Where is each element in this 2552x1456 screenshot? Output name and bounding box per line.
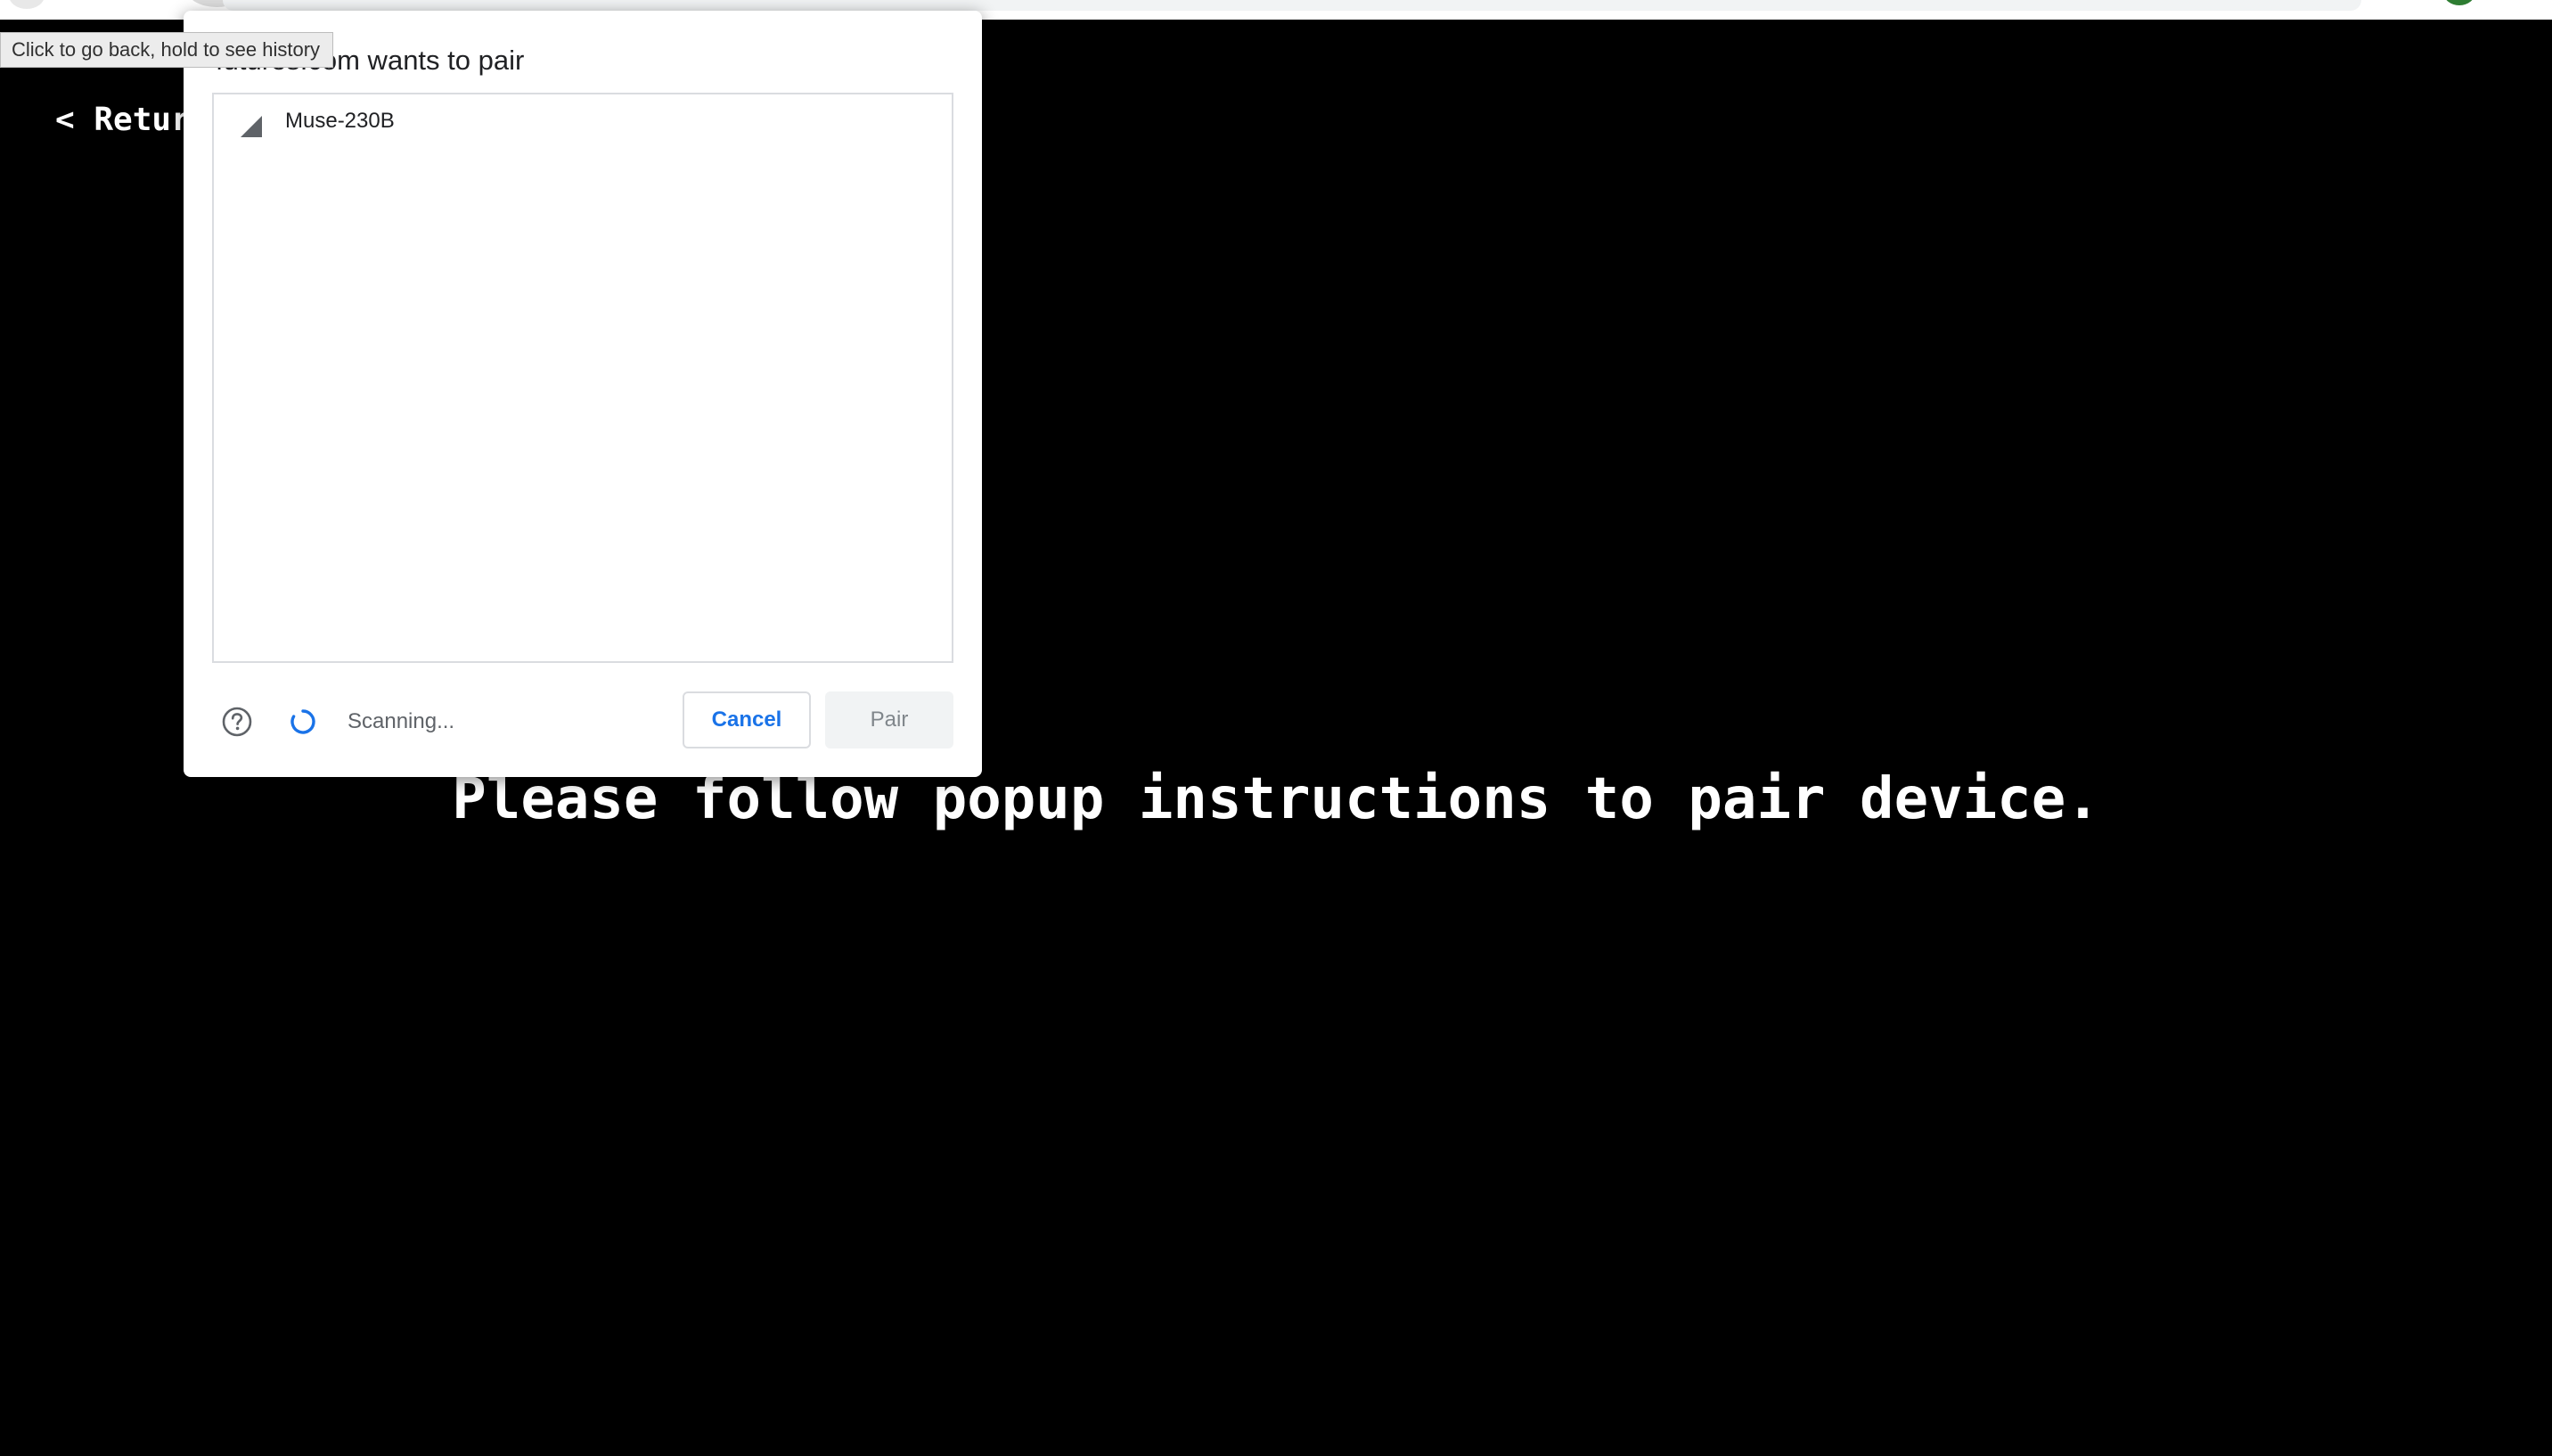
pair-button[interactable]: Pair (825, 691, 953, 748)
scanning-status: Scanning... (348, 709, 455, 733)
cancel-button[interactable]: Cancel (683, 691, 811, 748)
device-list-item[interactable]: Muse-230B (214, 94, 952, 148)
window-control[interactable] (9, 0, 45, 9)
profile-avatar[interactable] (2443, 0, 2475, 5)
device-list: Muse-230B (212, 93, 953, 663)
spinner-icon (290, 709, 315, 734)
help-icon[interactable] (221, 706, 253, 738)
back-button-tooltip: Click to go back, hold to see history (0, 32, 334, 68)
device-name: Muse-230B (285, 109, 395, 133)
signal-strength-icon (241, 116, 262, 137)
address-bar[interactable] (223, 0, 2361, 11)
bluetooth-pair-dialog: futures.com wants to pair Muse-230B Scan… (184, 11, 982, 777)
dialog-footer: Scanning... Cancel Pair (184, 690, 982, 754)
